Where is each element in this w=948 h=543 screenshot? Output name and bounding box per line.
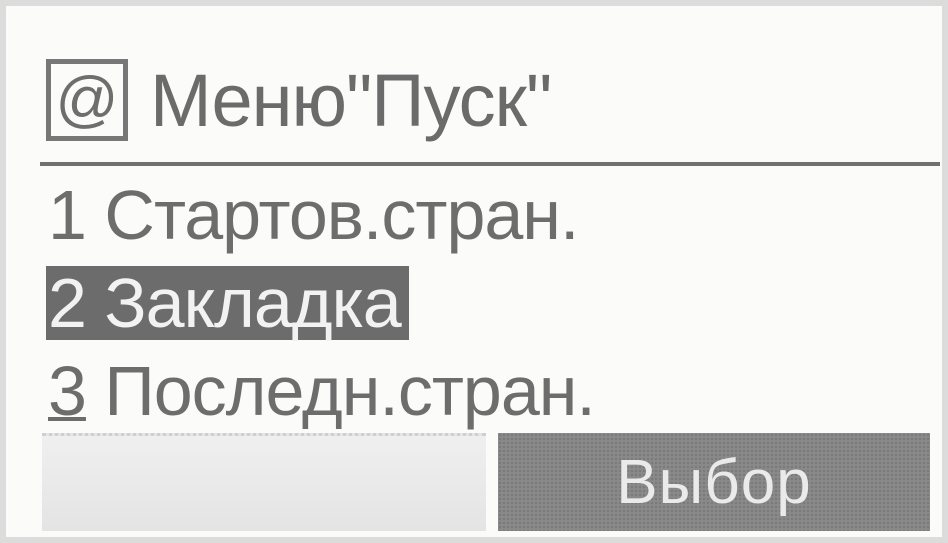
select-softkey-label: Выбор	[616, 447, 812, 517]
menu-item-label-wrap: 3 Последн.стран.	[48, 347, 596, 435]
menu-item-bookmark[interactable]: 2 Закладка	[46, 259, 908, 347]
left-softkey[interactable]	[42, 433, 486, 531]
menu-item-label: Закладка	[104, 264, 401, 342]
softkey-bar: Выбор	[42, 433, 930, 531]
menu-item-label: Последн.стран.	[104, 352, 595, 430]
browser-at-icon: @	[46, 59, 128, 141]
menu-item-number: 1	[48, 176, 87, 254]
menu-item-label-wrap: 2 Закладка	[46, 266, 409, 340]
title-divider	[40, 162, 940, 166]
menu-item-number: 2	[48, 264, 87, 342]
title-bar: @ Меню"Пуск"	[46, 44, 926, 156]
phone-screen: @ Меню"Пуск" 1 Стартов.стран. 2 Закладка…	[0, 0, 948, 543]
menu-item-start-page[interactable]: 1 Стартов.стран.	[48, 171, 908, 259]
at-sign-glyph: @	[55, 65, 119, 134]
menu-item-last-page[interactable]: 3 Последн.стран.	[48, 347, 908, 435]
menu-item-label-wrap: 1 Стартов.стран.	[48, 171, 579, 259]
select-softkey[interactable]: Выбор	[498, 433, 930, 531]
menu-item-label: Стартов.стран.	[104, 176, 579, 254]
page-title: Меню"Пуск"	[150, 58, 552, 142]
menu-item-number: 3	[48, 352, 87, 430]
menu-list: 1 Стартов.стран. 2 Закладка 3 Последн.ст…	[46, 171, 908, 435]
